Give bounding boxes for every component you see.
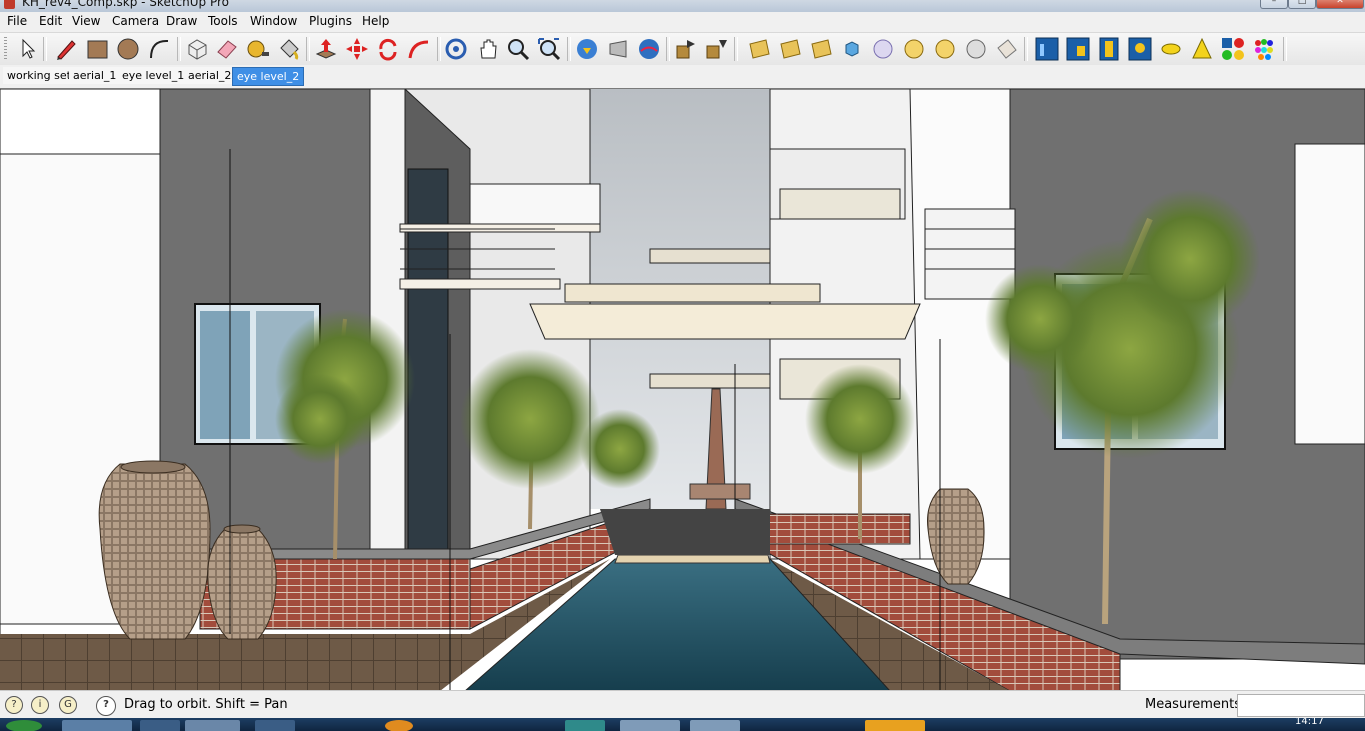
close-button[interactable]: ✕ (1316, 0, 1364, 9)
geo-location-icon[interactable]: ? (5, 696, 23, 714)
taskbar-item[interactable] (620, 720, 680, 731)
pan-icon[interactable] (475, 36, 501, 62)
make-component-icon[interactable] (184, 36, 210, 62)
title-bar: KH_rev4_Comp.skp - SketchUp Pro – □ ✕ (0, 0, 1365, 12)
tab-eye-level-2[interactable]: eye level_2 (232, 67, 305, 86)
plugin-6-icon[interactable] (901, 36, 927, 62)
measurements-label: Measurements (1145, 697, 1242, 712)
status-hint: Drag to orbit. Shift = Pan (124, 697, 288, 712)
taskbar-item[interactable] (140, 720, 180, 731)
tape-measure-icon[interactable] (245, 36, 271, 62)
follow-me-icon[interactable] (406, 36, 432, 62)
menu-draw[interactable]: Draw (166, 14, 197, 28)
measurements-input[interactable] (1237, 694, 1365, 717)
credits-icon[interactable]: i (31, 696, 49, 714)
menu-window[interactable]: Window (250, 14, 297, 28)
rotate-icon[interactable] (375, 36, 401, 62)
menu-tools[interactable]: Tools (208, 14, 238, 28)
taskbar-item[interactable] (255, 720, 295, 731)
render-icon[interactable] (1065, 36, 1091, 62)
menu-file[interactable]: File (7, 14, 27, 28)
user-account-icon[interactable]: G (59, 696, 77, 714)
toolbar-separator (43, 37, 47, 61)
toolbar-separator (306, 37, 310, 61)
minimize-button[interactable]: – (1260, 0, 1288, 9)
environment-icon[interactable] (1127, 36, 1153, 62)
toolbar-separator (734, 37, 738, 61)
plugin-1-icon[interactable] (746, 36, 772, 62)
taskbar-item[interactable] (565, 720, 605, 731)
eraser-icon[interactable] (214, 36, 240, 62)
sketchup-logo-icon (4, 0, 15, 9)
taskbar-clock: 14:17 (1295, 718, 1324, 727)
zoom-icon[interactable] (505, 36, 531, 62)
main-toolbar (0, 33, 1365, 66)
tab-aerial-1[interactable]: aerial_1 (69, 67, 122, 84)
toolbar-separator (177, 37, 181, 61)
plugin-2-icon[interactable] (777, 36, 803, 62)
taskbar-item[interactable] (385, 720, 413, 731)
render-settings-icon[interactable] (1034, 36, 1060, 62)
plugin-7-icon[interactable] (932, 36, 958, 62)
tab-working-set[interactable]: working set (3, 67, 76, 84)
spot-light-icon[interactable] (1189, 36, 1215, 62)
orbit-icon[interactable] (443, 36, 469, 62)
scene-tabs: working set aerial_1 eye level_1 aerial_… (0, 65, 1365, 87)
plugin-9-icon[interactable] (994, 36, 1020, 62)
rectangle-icon[interactable] (84, 36, 110, 62)
menu-help[interactable]: Help (362, 14, 389, 28)
toolbar-separator (666, 37, 670, 61)
color-palette-icon[interactable] (1251, 36, 1277, 62)
taskbar-item[interactable] (185, 720, 240, 731)
get-models-icon[interactable] (574, 36, 600, 62)
pencil-icon[interactable] (53, 36, 79, 62)
toolbar-separator (1283, 37, 1287, 61)
toolbar-separator (567, 37, 571, 61)
menu-bar: File Edit View Camera Draw Tools Window … (0, 12, 1365, 33)
taskbar-item[interactable] (690, 720, 740, 731)
plugin-8-icon[interactable] (963, 36, 989, 62)
export-icon[interactable] (703, 36, 729, 62)
tab-aerial-2[interactable]: aerial_2 (184, 67, 237, 84)
tab-eye-level-1[interactable]: eye level_1 (118, 67, 190, 84)
start-button[interactable] (6, 720, 42, 731)
share-model-icon[interactable] (605, 36, 631, 62)
circle-icon[interactable] (115, 36, 141, 62)
select-icon[interactable] (14, 36, 40, 62)
toolbar-separator (437, 37, 441, 61)
move-icon[interactable] (344, 36, 370, 62)
plugin-4-icon[interactable] (839, 36, 865, 62)
windows-taskbar: 14:17 (0, 718, 1365, 731)
omni-light-icon[interactable] (1158, 36, 1184, 62)
animation-icon[interactable] (1096, 36, 1122, 62)
menu-view[interactable]: View (72, 14, 100, 28)
help-icon[interactable]: ? (96, 696, 116, 716)
arc-icon[interactable] (146, 36, 172, 62)
import-icon[interactable] (673, 36, 699, 62)
toolbar-grip[interactable] (4, 37, 7, 61)
push-pull-icon[interactable] (313, 36, 339, 62)
zoom-extents-icon[interactable] (536, 36, 562, 62)
menu-camera[interactable]: Camera (112, 14, 159, 28)
toolbar-separator (1024, 37, 1028, 61)
plugin-5-icon[interactable] (870, 36, 896, 62)
scene-render[interactable] (0, 89, 1365, 691)
taskbar-item[interactable] (865, 720, 925, 731)
plugin-3-icon[interactable] (808, 36, 834, 62)
maximize-button[interactable]: □ (1288, 0, 1316, 9)
status-bar: ? i G ? Drag to orbit. Shift = Pan Measu… (0, 690, 1365, 719)
paint-bucket-icon[interactable] (276, 36, 302, 62)
menu-edit[interactable]: Edit (39, 14, 62, 28)
window-title: KH_rev4_Comp.skp - SketchUp Pro (22, 0, 229, 9)
material-editor-icon[interactable] (1220, 36, 1246, 62)
taskbar-item[interactable] (62, 720, 132, 731)
model-viewport[interactable] (0, 88, 1365, 691)
menu-plugins[interactable]: Plugins (309, 14, 352, 28)
google-earth-icon[interactable] (636, 36, 662, 62)
